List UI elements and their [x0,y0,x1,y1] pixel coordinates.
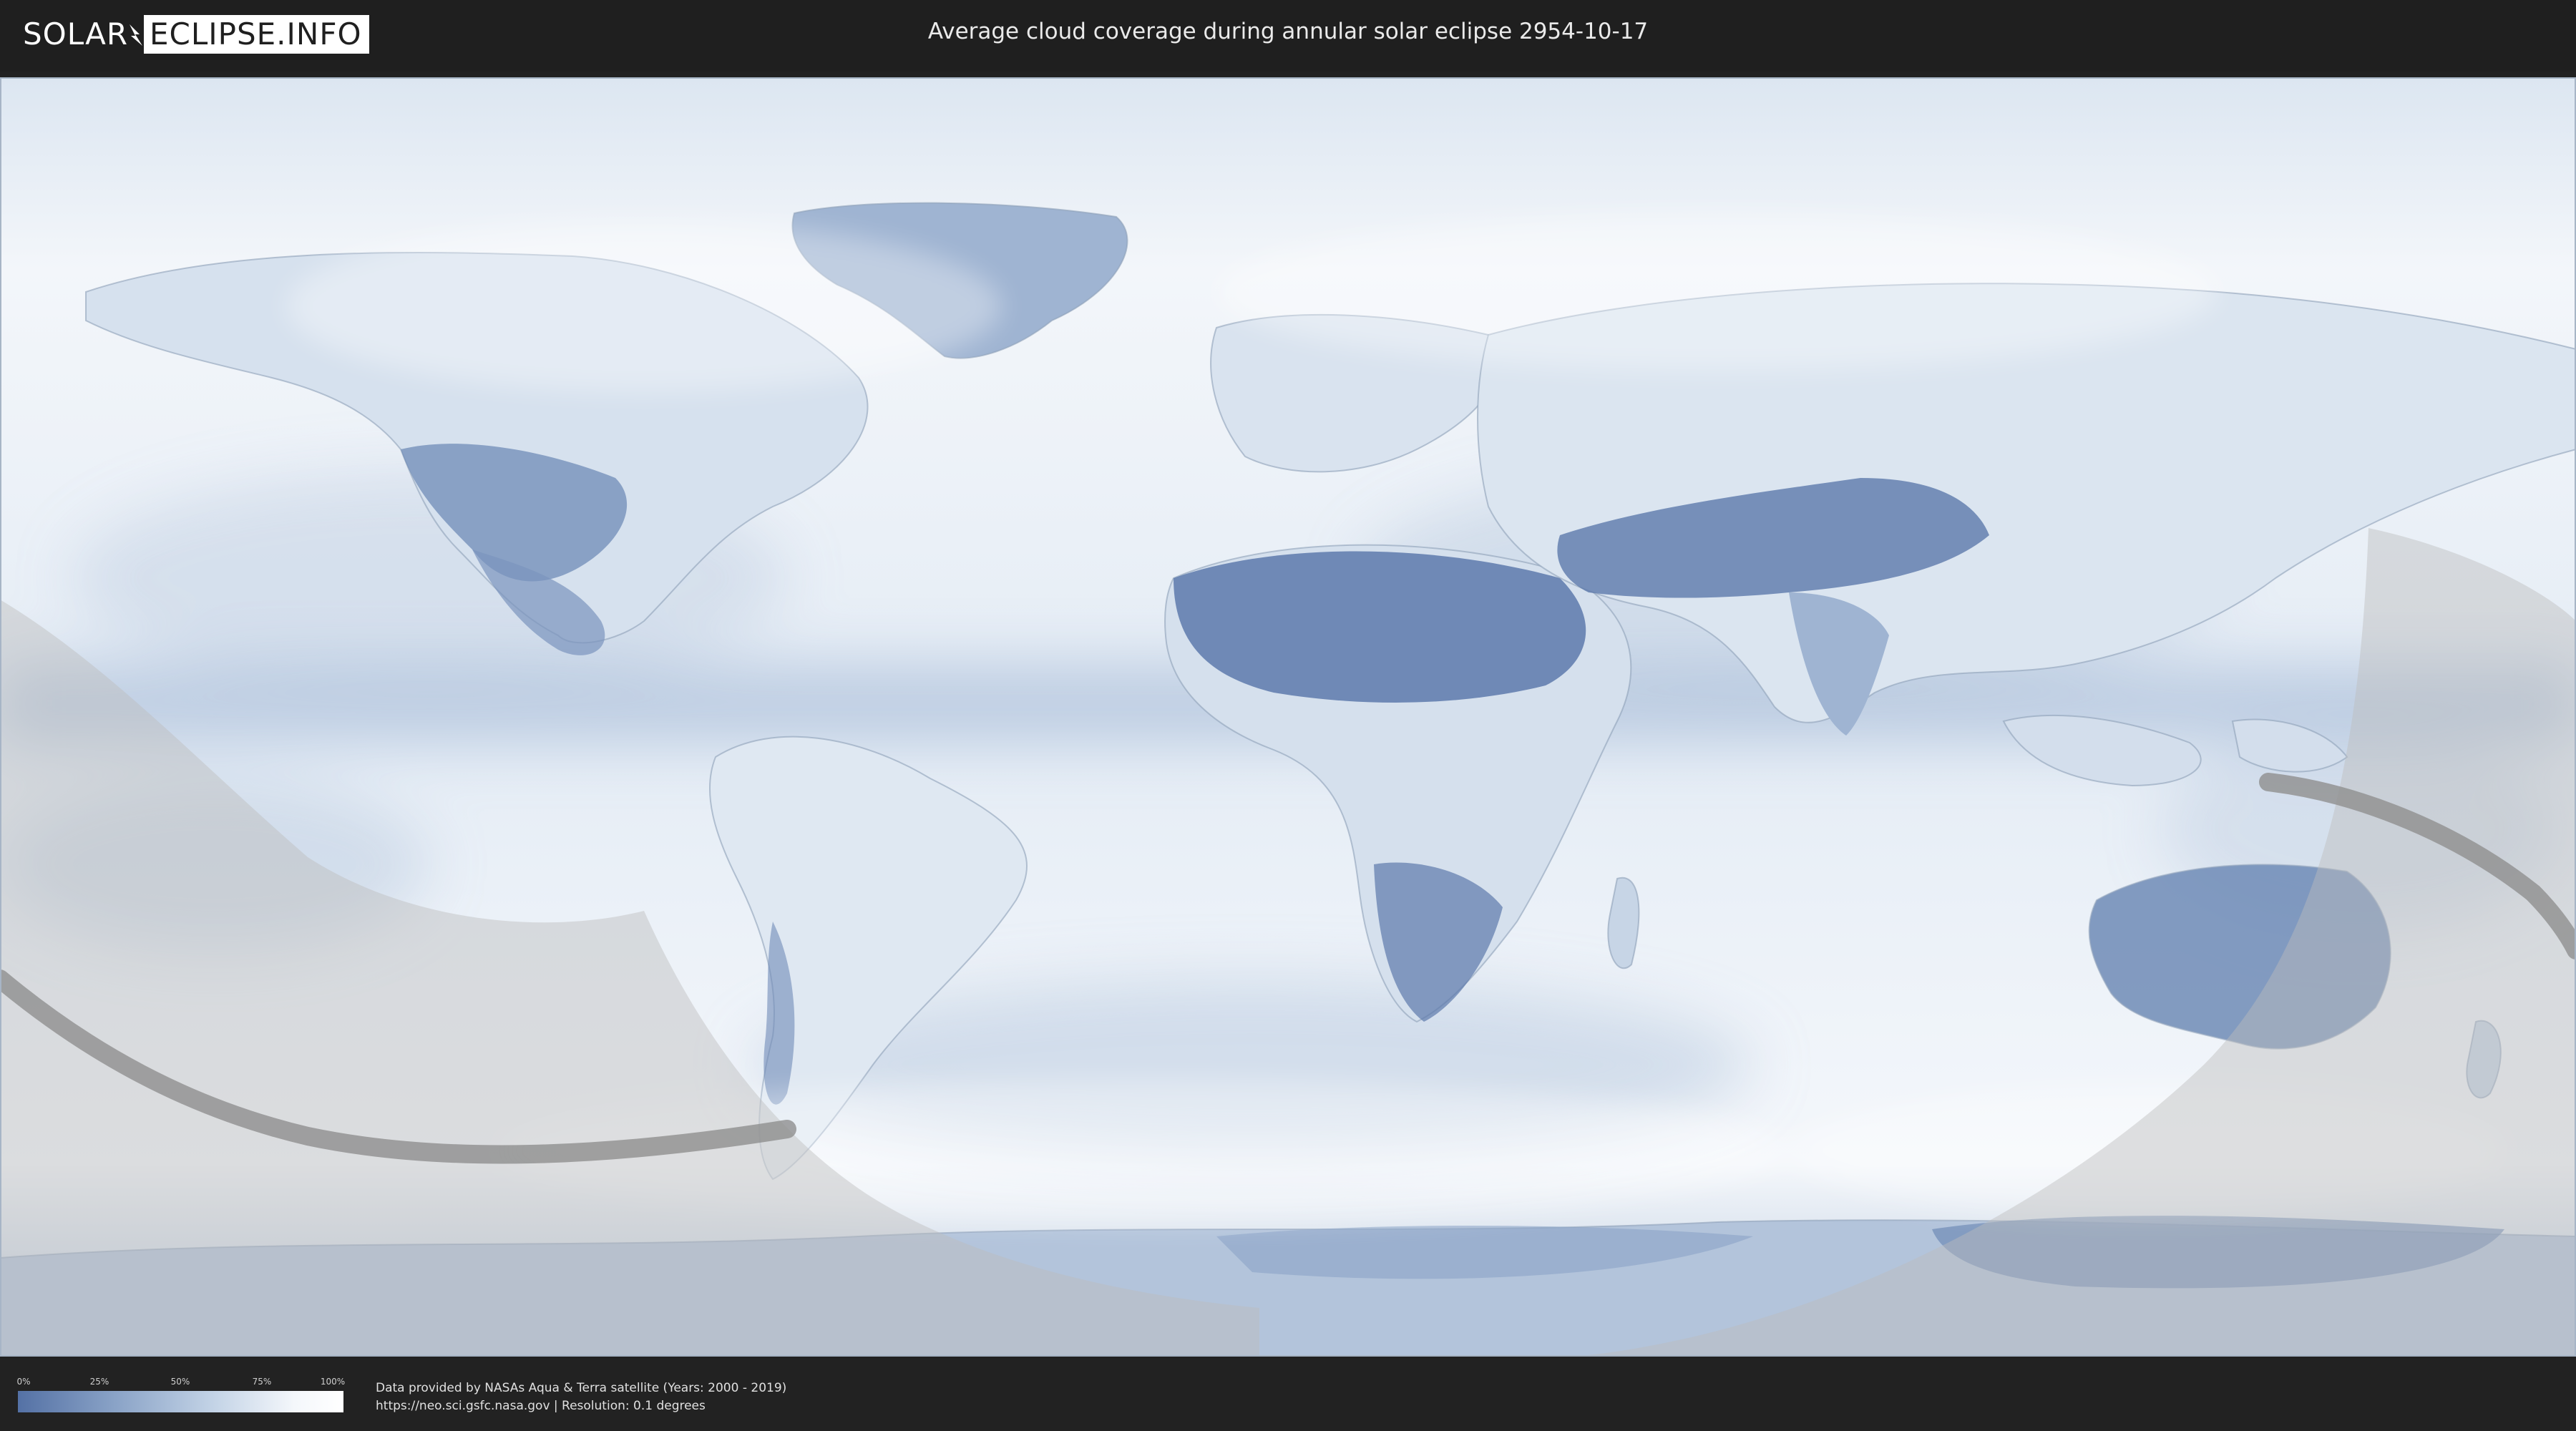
legend-tick-100: 100% [320,1377,346,1387]
page-title: Average cloud coverage during annular so… [927,19,1649,44]
header-bar: SOLAR ECLIPSE.INFO Average cloud coverag… [0,0,2576,72]
legend-tick-50: 50% [170,1377,190,1387]
footer-bar: 0% 25% 50% 75% 100% Data provided by NAS… [0,1359,2576,1431]
credits-url: https://neo.sci.gsfc.nasa.gov | Resoluti… [376,1399,706,1413]
page: SOLAR ECLIPSE.INFO Average cloud coverag… [0,0,2576,1431]
cloud-coverage-map [0,77,2576,1357]
legend-tick-0: 0% [16,1377,31,1387]
legend-color-bar [18,1391,343,1412]
legend-tick-25: 25% [89,1377,109,1387]
legend-ticks: 0% 25% 50% 75% 100% [16,1377,346,1391]
data-credits: Data provided by NASAs Aqua & Terra sate… [376,1379,786,1415]
legend-tick-75: 75% [252,1377,272,1387]
cloud-coverage-legend: 0% 25% 50% 75% 100% [16,1377,346,1412]
credits-source: Data provided by NASAs Aqua & Terra sate… [376,1381,787,1395]
world-map-canvas [0,77,2576,1357]
